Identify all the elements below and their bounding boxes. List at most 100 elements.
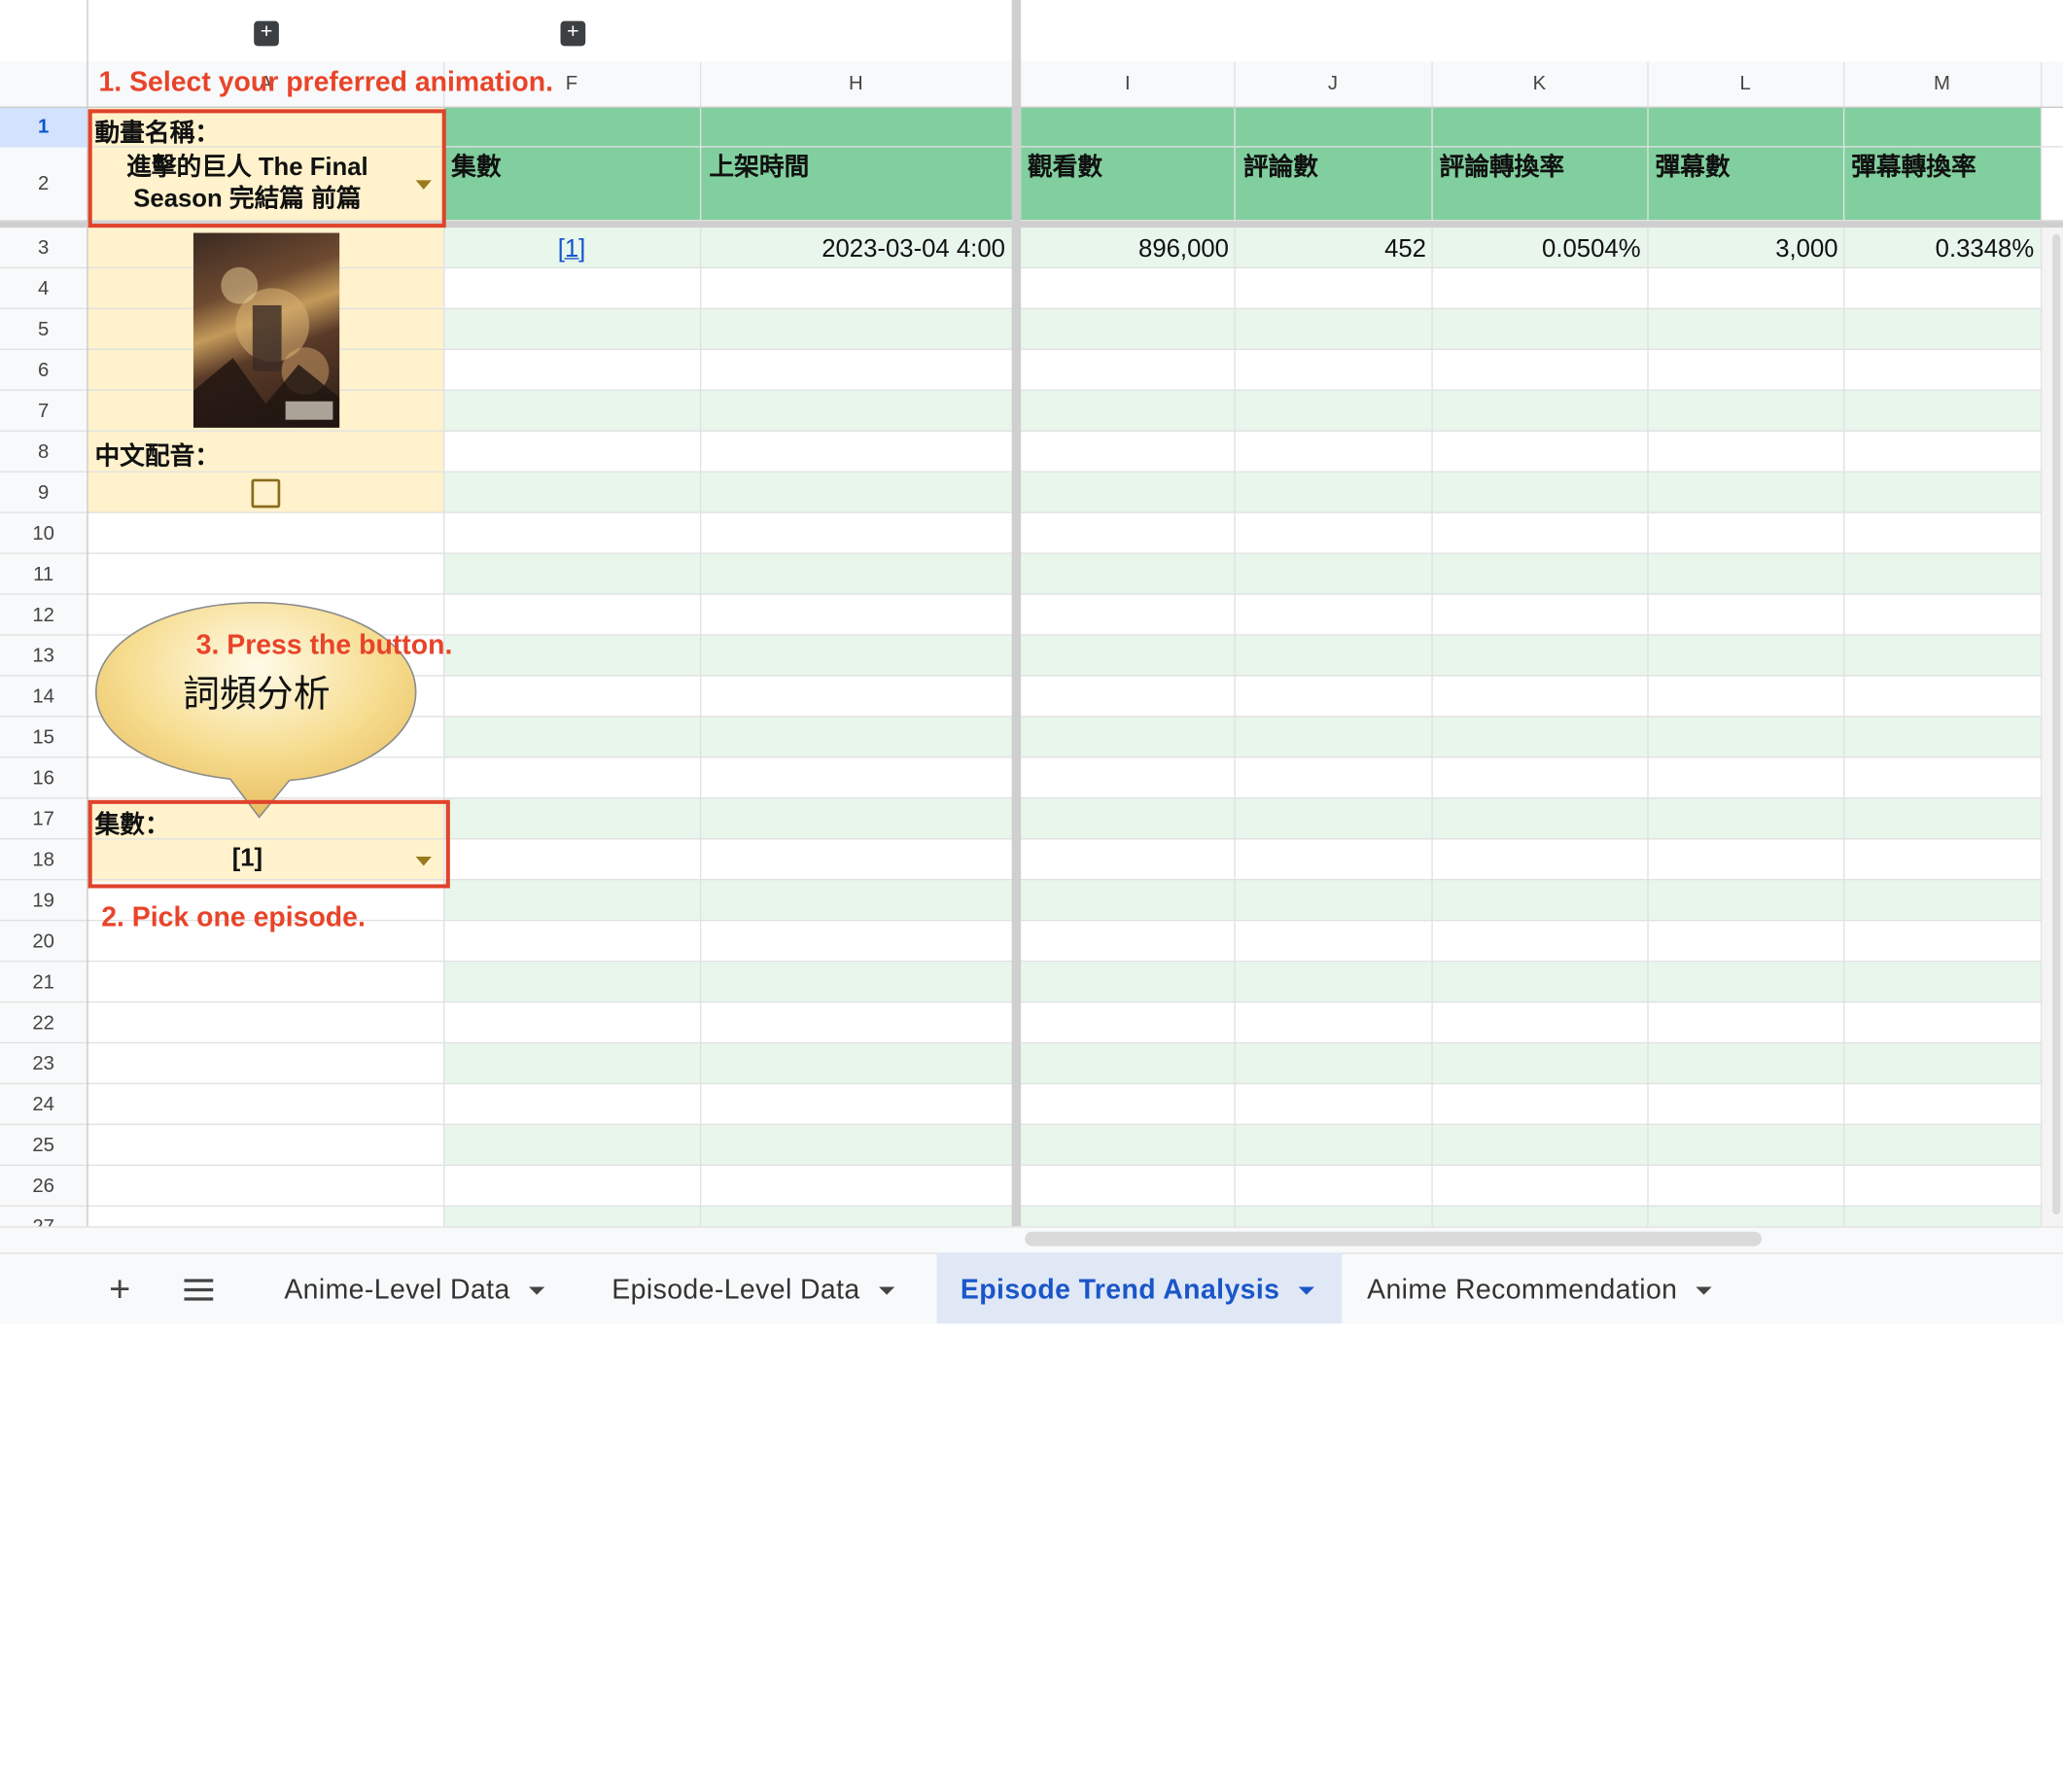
- all-sheets-button[interactable]: [176, 1263, 221, 1316]
- row-divider: [0, 1001, 2063, 1003]
- plus-icon: +: [109, 1268, 131, 1310]
- header-danmaku: 彈幕數: [1655, 154, 1731, 182]
- row-header-21[interactable]: 21: [0, 962, 87, 1002]
- caret-down-icon[interactable]: [1696, 1287, 1712, 1296]
- dub-label: 中文配音：: [94, 443, 221, 472]
- column-header-J[interactable]: J: [1234, 62, 1431, 107]
- band-cell: [443, 1125, 1014, 1167]
- column-header-L[interactable]: L: [1647, 62, 1843, 107]
- row-header-9[interactable]: 9: [0, 473, 87, 513]
- cell-danmaku[interactable]: 3,000: [1647, 231, 1837, 268]
- tab-anime-recommendation[interactable]: Anime Recommendation: [1367, 1252, 1712, 1323]
- column-freeze-bar[interactable]: [1011, 0, 1022, 1227]
- band-cell: [443, 309, 1014, 350]
- band-cell: [1021, 1043, 2041, 1085]
- expand-group-button[interactable]: +: [254, 20, 279, 47]
- button-label: 詞頻分析: [183, 673, 331, 715]
- row-header-8[interactable]: 8: [0, 432, 87, 473]
- row-header-12[interactable]: 12: [0, 595, 87, 636]
- row-divider: [0, 511, 2063, 513]
- cell-views[interactable]: 896,000: [1021, 231, 1229, 268]
- band-cell: [1021, 309, 2041, 350]
- row-divider: [0, 1164, 2063, 1167]
- menu-icon: [184, 1279, 214, 1301]
- band-cell: [443, 1043, 1014, 1085]
- header-release-time: 上架時間: [709, 154, 810, 182]
- band-cell: [1021, 880, 2041, 922]
- row-header-24[interactable]: 24: [0, 1084, 87, 1125]
- step2-highlight-box: [87, 799, 450, 889]
- row-divider: [0, 552, 2063, 554]
- cell-release-time[interactable]: 2023-03-04 4:00: [700, 231, 1005, 268]
- row-header-17[interactable]: 17: [0, 798, 87, 839]
- row-header-14[interactable]: 14: [0, 677, 87, 718]
- column-header-K[interactable]: K: [1431, 62, 1647, 107]
- instruction-step2: 2. Pick one episode.: [101, 902, 366, 933]
- row-header-26[interactable]: 26: [0, 1166, 87, 1207]
- expand-group-button[interactable]: +: [560, 20, 586, 47]
- row-header-11[interactable]: 11: [0, 554, 87, 595]
- anime-poster-image: [192, 232, 340, 428]
- instruction-step3: 3. Press the button.: [195, 630, 453, 661]
- plus-box-icon: +: [260, 20, 273, 44]
- row-header-23[interactable]: 23: [0, 1043, 87, 1084]
- cell-comment-rate[interactable]: 0.0504%: [1431, 231, 1641, 268]
- cell-comments[interactable]: 452: [1234, 231, 1426, 268]
- caret-down-icon[interactable]: [878, 1287, 894, 1296]
- band-cell: [443, 472, 1014, 513]
- header-comments: 評論數: [1242, 154, 1319, 182]
- column-header-I[interactable]: I: [1021, 62, 1234, 107]
- row-header-16[interactable]: 16: [0, 758, 87, 799]
- spreadsheet-viewport: + + A F H I J K L M 1 2 3 4 5 6 7 8 9 10 11 12 13 14 1…: [0, 0, 2063, 1324]
- row-header-5[interactable]: 5: [0, 309, 87, 350]
- cell-danmaku-rate[interactable]: 0.3348%: [1843, 231, 2035, 268]
- caret-down-icon[interactable]: [528, 1287, 544, 1296]
- tab-label: Episode Trend Analysis: [960, 1275, 1280, 1306]
- row-header-7[interactable]: 7: [0, 391, 87, 432]
- band-cell: [443, 798, 1014, 840]
- add-sheet-button[interactable]: +: [97, 1263, 142, 1316]
- tab-label: Anime Recommendation: [1367, 1275, 1678, 1306]
- dub-checkbox[interactable]: [251, 478, 281, 509]
- tab-label: Anime-Level Data: [284, 1275, 510, 1306]
- row-header-20[interactable]: 20: [0, 921, 87, 962]
- row-header-2[interactable]: 2: [0, 148, 87, 222]
- row-header-25[interactable]: 25: [0, 1125, 87, 1166]
- row-header-18[interactable]: 18: [0, 839, 87, 880]
- row-divider: [0, 430, 2063, 432]
- row-header-4[interactable]: 4: [0, 268, 87, 309]
- band-cell: [443, 962, 1014, 1003]
- caret-down-icon[interactable]: [1298, 1287, 1314, 1296]
- tab-episode-level-data[interactable]: Episode-Level Data: [612, 1252, 894, 1323]
- row-header-10[interactable]: 10: [0, 513, 87, 554]
- header-views: 觀看數: [1027, 154, 1103, 182]
- row-header-15[interactable]: 15: [0, 718, 87, 758]
- plus-box-icon: +: [567, 20, 579, 44]
- row-header-19[interactable]: 19: [0, 880, 87, 921]
- episode-link[interactable]: [1]: [443, 231, 700, 268]
- band-cell: [1021, 390, 2041, 432]
- row-divider: [0, 960, 2063, 963]
- tab-label: Episode-Level Data: [612, 1275, 860, 1306]
- tab-anime-level-data[interactable]: Anime-Level Data: [284, 1252, 544, 1323]
- row-header-13[interactable]: 13: [0, 636, 87, 677]
- step1-highlight-box: [87, 109, 446, 228]
- row-header-3[interactable]: 3: [0, 228, 87, 268]
- tab-episode-trend-analysis[interactable]: Episode Trend Analysis: [936, 1252, 1343, 1324]
- horizontal-scrollbar-thumb[interactable]: [1025, 1231, 1763, 1247]
- column-header-H[interactable]: H: [700, 62, 1012, 107]
- row-header-22[interactable]: 22: [0, 1002, 87, 1043]
- band-cell: [1021, 553, 2041, 595]
- row-header-6[interactable]: 6: [0, 350, 87, 391]
- row-divider: [0, 471, 2063, 473]
- column-header-M[interactable]: M: [1843, 62, 2041, 107]
- instruction-step1: 1. Select your preferred animation.: [98, 67, 553, 98]
- band-cell: [1021, 635, 2041, 677]
- header-comment-rate: 評論轉換率: [1439, 154, 1565, 182]
- column-group-bar: [0, 0, 2063, 62]
- row-divider: [0, 1041, 2063, 1044]
- poster-art: [192, 266, 340, 428]
- vertical-scrollbar-thumb[interactable]: [2052, 233, 2061, 1215]
- band-cell: [1021, 1125, 2041, 1167]
- row-header-1[interactable]: 1: [0, 107, 87, 148]
